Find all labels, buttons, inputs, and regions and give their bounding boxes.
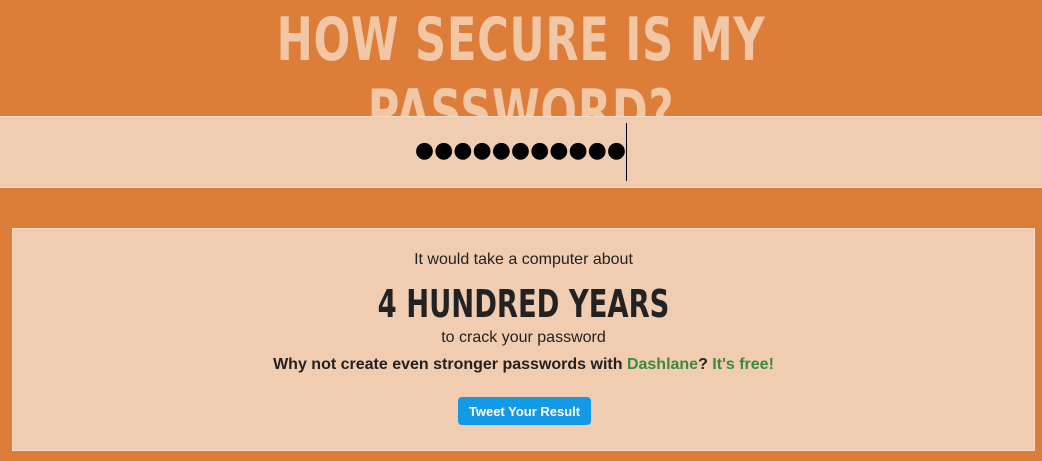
result-outro-text: to crack your password: [441, 329, 606, 346]
promo-mid: ?: [698, 356, 713, 373]
promo-text: Why not create even stronger passwords w…: [13, 356, 1034, 374]
result-panel: It would take a computer about 4 HUNDRED…: [12, 228, 1035, 451]
crack-time-value: 4 HUNDRED YEARS: [377, 282, 670, 326]
password-field[interactable]: ●●●●●●●●●●●: [0, 116, 1042, 188]
tweet-result-button[interactable]: Tweet Your Result: [458, 397, 591, 425]
password-masked-value[interactable]: ●●●●●●●●●●●: [415, 131, 626, 171]
result-intro-text: It would take a computer about: [414, 251, 633, 268]
password-input-area[interactable]: ●●●●●●●●●●●: [0, 117, 1042, 187]
text-caret: [626, 123, 628, 181]
its-free-link[interactable]: It's free!: [712, 356, 774, 373]
promo-prefix: Why not create even stronger passwords w…: [273, 356, 627, 373]
dashlane-link[interactable]: Dashlane: [627, 356, 698, 373]
